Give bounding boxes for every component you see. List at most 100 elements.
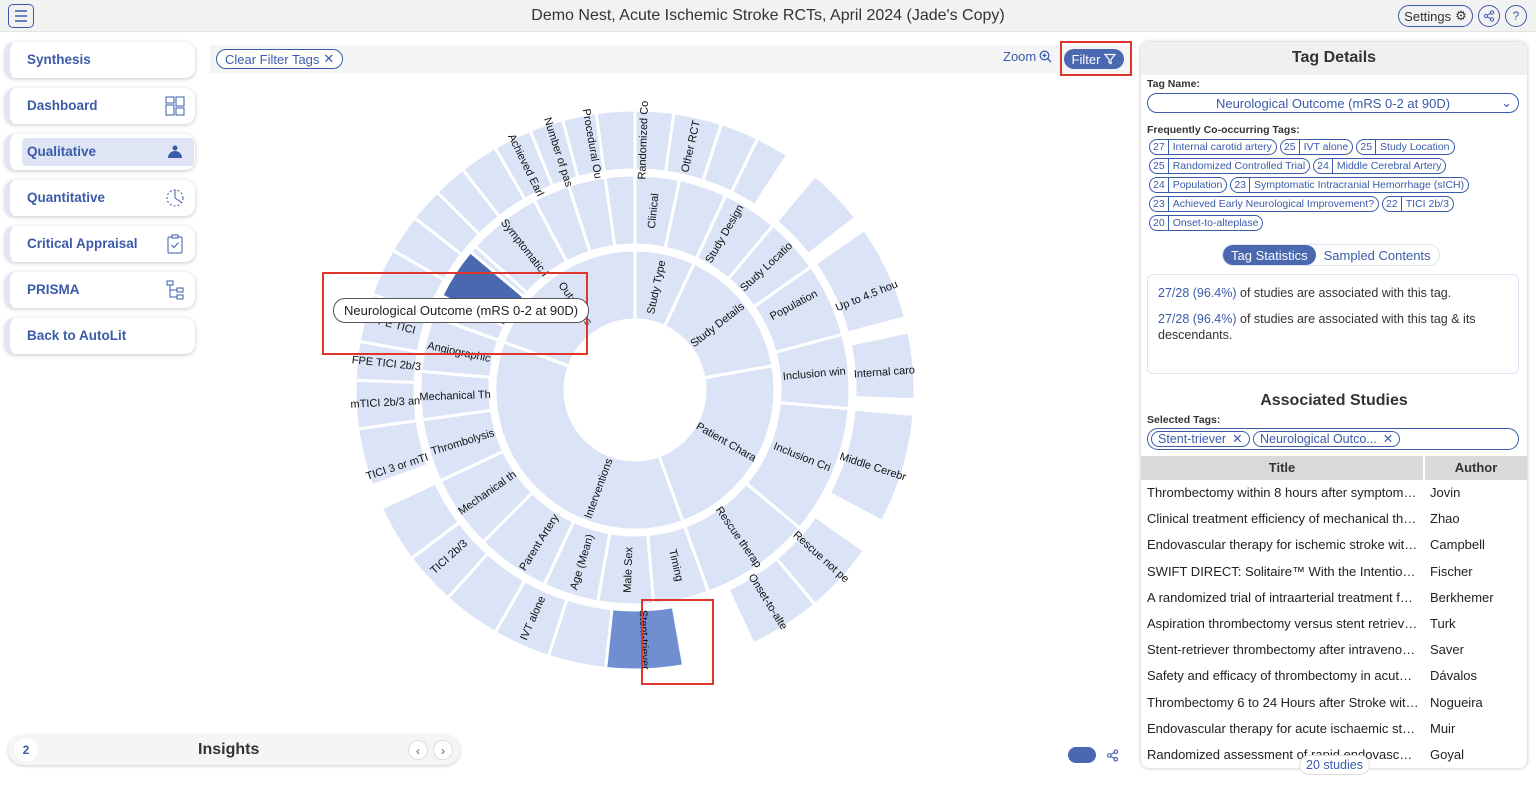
study-title: Stent-retriever thrombectomy after intra…	[1147, 642, 1419, 658]
selected-tag-chip[interactable]: Neurological Outco... ✕	[1253, 431, 1401, 447]
zoom-button[interactable]: Zoom	[1003, 49, 1052, 64]
settings-label: Settings	[1404, 8, 1452, 24]
study-author: Goyal	[1430, 747, 1464, 762]
column-header-author[interactable]: Author	[1425, 456, 1527, 480]
dashboard-icon	[165, 96, 185, 116]
cooccur-tag-chip[interactable]: 23 Achieved Early Neurological Improvemen…	[1149, 196, 1380, 212]
cooccur-tag-chip[interactable]: 25 Randomized Controlled Trial	[1149, 158, 1311, 174]
highlight-box-filter	[1060, 41, 1132, 76]
cooccur-tag-label: Population	[1172, 179, 1223, 191]
table-row[interactable]: Stent-retriever thrombectomy after intra…	[1141, 637, 1527, 663]
cooccur-tag-chip[interactable]: 25 Study Location	[1356, 139, 1455, 155]
table-row[interactable]: Thrombectomy 6 to 24 Hours after Stroke …	[1141, 690, 1527, 716]
sunburst-view-icon[interactable]	[1068, 747, 1096, 763]
network-view-icon[interactable]	[1106, 748, 1119, 762]
study-title: A randomized trial of intraarterial trea…	[1147, 589, 1419, 605]
sidebar-item-critical-appraisal[interactable]: Critical Appraisal	[5, 226, 195, 262]
selected-tag-label: Stent-triever	[1158, 432, 1227, 446]
help-icon[interactable]: ?	[1505, 5, 1527, 27]
stat1-text: of studies are associated with this tag.	[1236, 286, 1452, 300]
cooccur-tag-chip[interactable]: 24 Population	[1149, 177, 1228, 193]
study-author: Saver	[1430, 642, 1464, 658]
study-author: Zhao	[1430, 511, 1460, 527]
tag-detail-tabs: Tag Statistics Sampled Contents	[1222, 244, 1440, 266]
chevron-right-icon[interactable]: ›	[433, 740, 453, 760]
tab-sampled-contents[interactable]: Sampled Contents	[1316, 245, 1439, 265]
share-icon[interactable]	[1478, 5, 1500, 27]
sidebar-item-back-to-autolit[interactable]: Back to AutoLit	[5, 318, 195, 354]
tag-details-heading: Tag Details	[1141, 42, 1527, 75]
close-icon[interactable]: ✕	[1232, 432, 1242, 446]
chevron-left-icon[interactable]: ‹	[408, 740, 428, 760]
close-icon: ✕	[323, 51, 335, 66]
column-header-title[interactable]: Title	[1141, 456, 1423, 480]
cooccur-tag-chip[interactable]: 24 Middle Cerebral Artery	[1313, 158, 1447, 174]
tab-tag-statistics[interactable]: Tag Statistics	[1223, 245, 1316, 265]
cooccur-tag-label: IVT alone	[1303, 141, 1349, 153]
sunburst-label: Mechanical Th	[419, 389, 491, 403]
flowchart-icon	[166, 280, 184, 300]
cooccur-tag-label: Middle Cerebral Artery	[1336, 160, 1442, 172]
study-title: Endovascular therapy for acute ischaemic…	[1147, 720, 1419, 736]
insights-count: 2	[14, 738, 38, 762]
table-row[interactable]: Clinical treatment efficiency of mechani…	[1141, 506, 1527, 532]
study-author: Campbell	[1430, 537, 1485, 553]
sidebar-item-label: PRISMA	[27, 282, 80, 297]
tag-tooltip: Neurological Outcome (mRS 0-2 at 90D)	[333, 298, 590, 323]
study-author: Dávalos	[1430, 668, 1477, 684]
settings-button[interactable]: Settings ⚙	[1398, 5, 1473, 27]
cooccur-label: Frequently Co-occurring Tags:	[1147, 124, 1300, 136]
cooccur-tag-chip[interactable]: 23 Symptomatic Intracranial Hemorrhage (s…	[1230, 177, 1470, 193]
cooccur-tag-label: TICI 2b/3	[1405, 198, 1449, 210]
cooccur-tag-chip[interactable]: 22 TICI 2b/3	[1382, 196, 1454, 212]
sunburst-label: Male Sex	[622, 546, 636, 593]
table-row[interactable]: Aspiration thrombectomy versus stent ret…	[1141, 611, 1527, 637]
cooccur-count: 23	[1150, 197, 1169, 211]
study-title: Thrombectomy 6 to 24 Hours after Stroke …	[1147, 694, 1419, 710]
zoom-label: Zoom	[1003, 49, 1037, 64]
sidebar-item-qualitative[interactable]: Qualitative	[5, 134, 195, 170]
clear-filter-tags-button[interactable]: Clear Filter Tags ✕	[216, 49, 344, 69]
cooccur-count: 20	[1150, 216, 1169, 230]
selected-tag-chip[interactable]: Stent-triever ✕	[1151, 431, 1250, 447]
tag-details-panel: Tag Details Tag Name: Neurological Outco…	[1141, 42, 1527, 768]
table-row[interactable]: Endovascular therapy for acute ischaemic…	[1141, 716, 1527, 742]
table-row[interactable]: Thrombectomy within 8 hours after sympto…	[1141, 480, 1527, 506]
cooccur-chips: 27 Internal carotid artery 25 IVT alone 25 St…	[1149, 139, 1519, 231]
cooccur-tag-chip[interactable]: 25 IVT alone	[1279, 139, 1354, 155]
app-title: Demo Nest, Acute Ischemic Stroke RCTs, A…	[531, 7, 1005, 24]
gear-icon: ⚙	[1455, 8, 1467, 23]
study-title: Thrombectomy within 8 hours after sympto…	[1147, 485, 1419, 500]
clipboard-check-icon	[167, 234, 183, 254]
top-bar: Demo Nest, Acute Ischemic Stroke RCTs, A…	[0, 0, 1536, 32]
study-title: Safety and efficacy of thrombectomy in a…	[1147, 668, 1419, 684]
table-row[interactable]: SWIFT DIRECT: Solitaire™ With the Intent…	[1141, 559, 1527, 585]
chart-view-switch	[1068, 747, 1119, 763]
tag-name-select[interactable]: Neurological Outcome (mRS 0-2 at 90D) ⌄	[1147, 93, 1519, 113]
chart-toolbar	[210, 45, 1130, 73]
stat1-fraction: 27/28 (96.4%)	[1158, 286, 1237, 300]
sidebar-item-synthesis[interactable]: Synthesis	[5, 42, 195, 78]
table-row[interactable]: Safety and efficacy of thrombectomy in a…	[1141, 663, 1527, 689]
study-author: Berkhemer	[1430, 589, 1494, 605]
cooccur-count: 25	[1281, 140, 1300, 154]
close-icon[interactable]: ✕	[1383, 432, 1393, 446]
study-title: Clinical treatment efficiency of mechani…	[1147, 511, 1419, 527]
study-title: SWIFT DIRECT: Solitaire™ With the Intent…	[1147, 563, 1419, 579]
sidebar-item-quantitative[interactable]: Quantitative	[5, 180, 195, 216]
cooccur-count: 25	[1357, 140, 1377, 154]
sidebar-item-dashboard[interactable]: Dashboard	[5, 88, 195, 124]
study-author: Jovin	[1430, 485, 1461, 500]
tag-name-value: Neurological Outcome (mRS 0-2 at 90D)	[1215, 96, 1451, 111]
cooccur-tag-chip[interactable]: 27 Internal carotid artery	[1149, 139, 1277, 155]
cooccur-tag-label: Achieved Early Neurological Improvement?	[1172, 198, 1375, 210]
sidebar-item-label: Quantitative	[27, 190, 106, 205]
sidebar-item-prisma[interactable]: PRISMA	[5, 272, 195, 308]
insights-bar[interactable]: 2 Insights ‹ ›	[8, 735, 460, 765]
table-row[interactable]: A randomized trial of intraarterial trea…	[1141, 585, 1527, 611]
stat2-fraction: 27/28 (96.4%)	[1158, 312, 1237, 326]
cooccur-count: 24	[1314, 159, 1333, 173]
table-row[interactable]: Endovascular therapy for ischemic stroke…	[1141, 532, 1527, 558]
cooccur-tag-label: Randomized Controlled Trial	[1172, 160, 1306, 172]
cooccur-tag-chip[interactable]: 20 Onset-to-alteplase	[1149, 215, 1264, 231]
